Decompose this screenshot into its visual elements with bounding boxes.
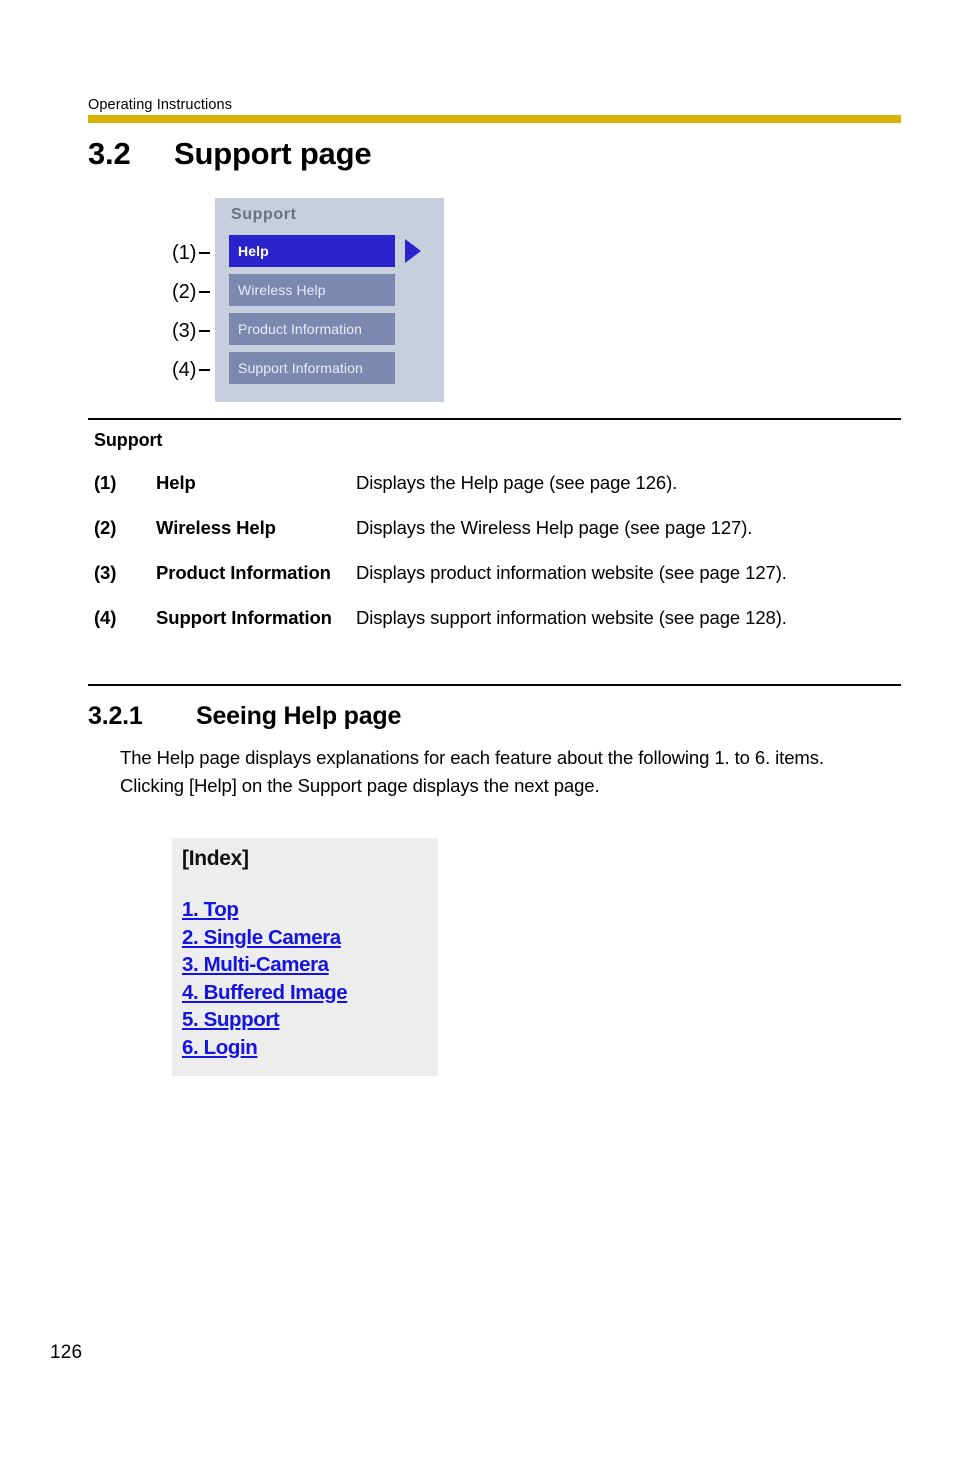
running-header: Operating Instructions: [88, 96, 900, 114]
row-description: Displays support information website (se…: [356, 607, 787, 628]
row-term: Wireless Help: [156, 517, 276, 538]
table-row: (2) Wireless Help Displays the Wireless …: [94, 515, 894, 560]
right-triangle-icon: [405, 239, 421, 263]
callout-leader-line: [199, 252, 211, 254]
subsection-heading: 3.2.1 Seeing Help page: [88, 702, 900, 731]
callout-1-text: (1): [172, 241, 197, 264]
section-heading: 3.2 Support page: [88, 136, 900, 172]
subsection-number: 3.2.1: [88, 702, 143, 730]
row-number: (3): [94, 562, 117, 583]
menu-item-product-information[interactable]: Product Information: [229, 313, 395, 345]
callout-4: (4): [172, 357, 216, 383]
callout-leader-line: [199, 369, 211, 371]
running-header-title: Operating Instructions: [88, 97, 233, 113]
row-description: Displays the Wireless Help page (see pag…: [356, 517, 753, 538]
definitions-table: (1) Help Displays the Help page (see pag…: [94, 470, 894, 650]
menu-item-label: Support Information: [238, 360, 363, 376]
row-number: (4): [94, 607, 117, 628]
row-term: Help: [156, 472, 196, 493]
table-row: (1) Help Displays the Help page (see pag…: [94, 470, 894, 515]
support-menu-heading: Support: [231, 206, 297, 223]
callout-2-text: (2): [172, 280, 197, 303]
index-link-multi-camera[interactable]: 3. Multi-Camera: [182, 951, 329, 979]
paragraph-1: The Help page displays explanations for …: [120, 747, 824, 768]
subsection-title: Seeing Help page: [196, 702, 402, 730]
header-gold-rule: [88, 115, 901, 123]
row-description: Displays the Help page (see page 126).: [356, 472, 678, 493]
document-page: Operating Instructions 3.2 Support page …: [0, 0, 954, 1475]
index-link-support[interactable]: 5. Support: [182, 1006, 280, 1034]
menu-item-support-information[interactable]: Support Information: [229, 352, 395, 384]
support-menu-list: Help Wireless Help Product Information S…: [229, 235, 395, 391]
callout-1: (1): [172, 240, 216, 266]
table-row: (3) Product Information Displays product…: [94, 560, 894, 605]
index-link-buffered-image[interactable]: 4. Buffered Image: [182, 979, 348, 1007]
index-link-list: 1. Top 2. Single Camera 3. Multi-Camera …: [182, 896, 428, 1061]
index-link-single-camera[interactable]: 2. Single Camera: [182, 924, 341, 952]
body-copy: The Help page displays explanations for …: [120, 744, 902, 799]
row-number: (2): [94, 517, 117, 538]
callout-3-text: (3): [172, 319, 197, 342]
menu-item-wireless-help[interactable]: Wireless Help: [229, 274, 395, 306]
index-link-top[interactable]: 1. Top: [182, 896, 239, 924]
callout-2: (2): [172, 279, 216, 305]
menu-item-label: Product Information: [238, 321, 363, 337]
callout-leader-line: [199, 330, 211, 332]
paragraph-2: Clicking [Help] on the Support page disp…: [120, 774, 600, 796]
menu-item-help[interactable]: Help: [229, 235, 395, 267]
index-heading: [Index]: [182, 847, 249, 870]
support-menu-figure: (1) (2) (3) (4) Support Help Wireless He…: [160, 196, 460, 406]
index-link-login[interactable]: 6. Login: [182, 1034, 258, 1062]
definitions-title: Support: [94, 430, 163, 450]
callout-3: (3): [172, 318, 216, 344]
callout-leader-line: [199, 291, 211, 293]
menu-item-label: Help: [238, 243, 269, 259]
table-row: (4) Support Information Displays support…: [94, 605, 894, 650]
row-term: Product Information: [156, 562, 331, 583]
row-term: Support Information: [156, 607, 332, 628]
row-number: (1): [94, 472, 117, 493]
definitions-top-rule: [88, 418, 901, 420]
section-number: 3.2: [88, 136, 131, 171]
page-number: 126: [50, 1342, 83, 1363]
definitions-bottom-rule: [88, 684, 901, 686]
section-title: Support page: [174, 136, 372, 171]
index-figure: [Index] 1. Top 2. Single Camera 3. Multi…: [172, 838, 438, 1076]
menu-item-label: Wireless Help: [238, 282, 326, 298]
callout-4-text: (4): [172, 358, 197, 381]
support-menu-panel: Support Help Wireless Help Product Infor…: [215, 198, 444, 402]
row-description: Displays product information website (se…: [356, 562, 787, 583]
